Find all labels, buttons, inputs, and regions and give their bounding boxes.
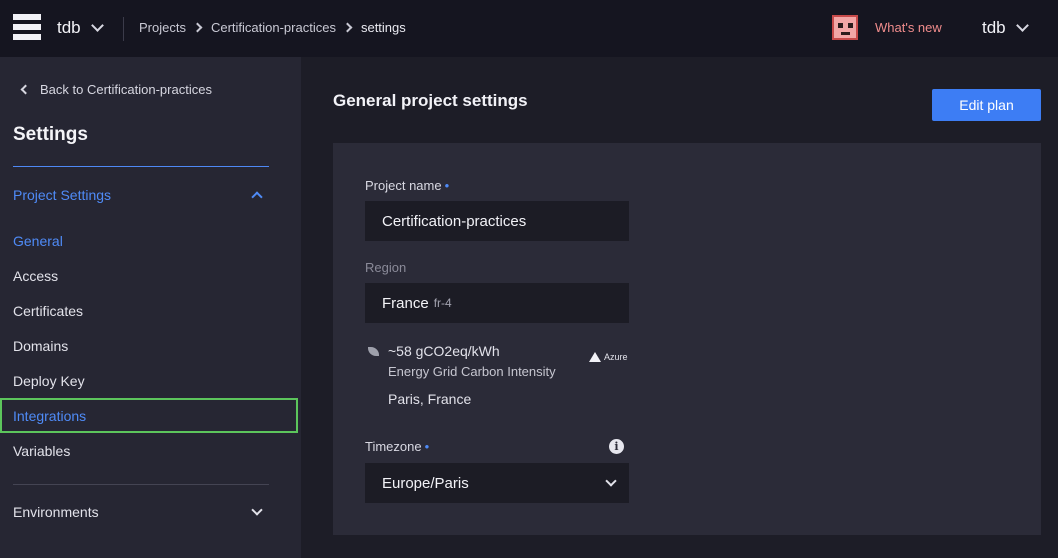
environments-toggle[interactable]: Environments <box>13 504 269 520</box>
page-title: General project settings <box>333 91 528 110</box>
chevron-down-icon <box>1015 19 1029 32</box>
chevron-right-icon <box>192 22 203 33</box>
sidebar-item-certificates[interactable]: Certificates <box>0 293 301 328</box>
breadcrumb-projects[interactable]: Projects <box>139 20 186 35</box>
azure-logo-icon <box>589 352 601 362</box>
mascot-eye <box>848 23 853 28</box>
provider-badge: Azure <box>589 352 628 362</box>
sidebar: Back to Certification-practices Settings… <box>0 57 301 558</box>
project-name-label-text: Project name <box>365 178 442 193</box>
user-name: tdb <box>982 18 1006 37</box>
timezone-label: Timezone • <box>365 439 429 454</box>
breadcrumb: Projects Certification-practices setting… <box>139 20 406 35</box>
sidebar-nav: General Access Certificates Domains Depl… <box>0 223 301 468</box>
region-code: fr-4 <box>433 296 452 310</box>
project-name-input[interactable] <box>365 201 629 241</box>
breadcrumb-current: settings <box>360 20 406 35</box>
region-label: Region <box>365 260 407 275</box>
chevron-up-icon <box>251 191 263 203</box>
carbon-value: ~58 gCO2eq/kWh <box>388 343 500 359</box>
org-name: tdb <box>57 18 81 37</box>
chevron-left-icon <box>20 84 31 95</box>
info-icon[interactable]: i <box>609 439 624 454</box>
settings-card: Project name• Region France fr-4 ~58 gCO… <box>333 143 1041 535</box>
region-field: France fr-4 <box>365 283 629 323</box>
back-link[interactable]: Back to Certification-practices <box>20 82 212 97</box>
divider <box>13 484 269 485</box>
back-link-label: Back to Certification-practices <box>40 82 212 97</box>
provider-name: Azure <box>604 352 628 362</box>
required-marker: • <box>424 439 430 454</box>
divider <box>123 17 124 41</box>
sidebar-item-domains[interactable]: Domains <box>0 328 301 363</box>
chevron-down-icon <box>251 504 263 516</box>
menu-icon[interactable] <box>13 14 41 41</box>
region-name: France <box>382 294 429 312</box>
sidebar-item-general[interactable]: General <box>0 223 301 258</box>
divider <box>13 166 269 167</box>
chevron-down-icon <box>90 19 104 32</box>
edit-plan-button[interactable]: Edit plan <box>932 89 1041 121</box>
chevron-right-icon <box>342 22 353 33</box>
whats-new-link[interactable]: What's new <box>875 20 942 35</box>
sidebar-title: Settings <box>13 124 88 145</box>
sidebar-item-variables[interactable]: Variables <box>0 433 301 468</box>
mascot-eye <box>838 23 843 28</box>
sidebar-item-deploy-key[interactable]: Deploy Key <box>0 363 301 398</box>
timezone-label-text: Timezone <box>365 439 422 454</box>
chevron-down-icon <box>605 475 617 487</box>
user-menu[interactable]: tdb <box>982 18 1029 38</box>
mascot-mouth <box>841 32 850 35</box>
org-switcher[interactable]: tdb <box>57 18 104 38</box>
environments-label: Environments <box>13 504 99 520</box>
leaf-icon <box>368 347 379 356</box>
sidebar-item-integrations[interactable]: Integrations <box>0 398 298 433</box>
project-name-label: Project name • <box>365 178 449 193</box>
project-settings-toggle[interactable]: Project Settings <box>13 187 269 203</box>
required-marker: • <box>444 178 450 193</box>
sidebar-item-access[interactable]: Access <box>0 258 301 293</box>
timezone-value: Europe/Paris <box>382 474 469 492</box>
section-label: Project Settings <box>13 187 112 203</box>
carbon-caption: Energy Grid Carbon Intensity <box>388 364 556 379</box>
mascot-icon[interactable] <box>832 15 858 40</box>
timezone-select[interactable]: Europe/Paris <box>365 463 629 503</box>
breadcrumb-project[interactable]: Certification-practices <box>211 20 336 35</box>
region-city: Paris, France <box>388 391 472 407</box>
top-bar: tdb Projects Certification-practices set… <box>0 0 1058 57</box>
